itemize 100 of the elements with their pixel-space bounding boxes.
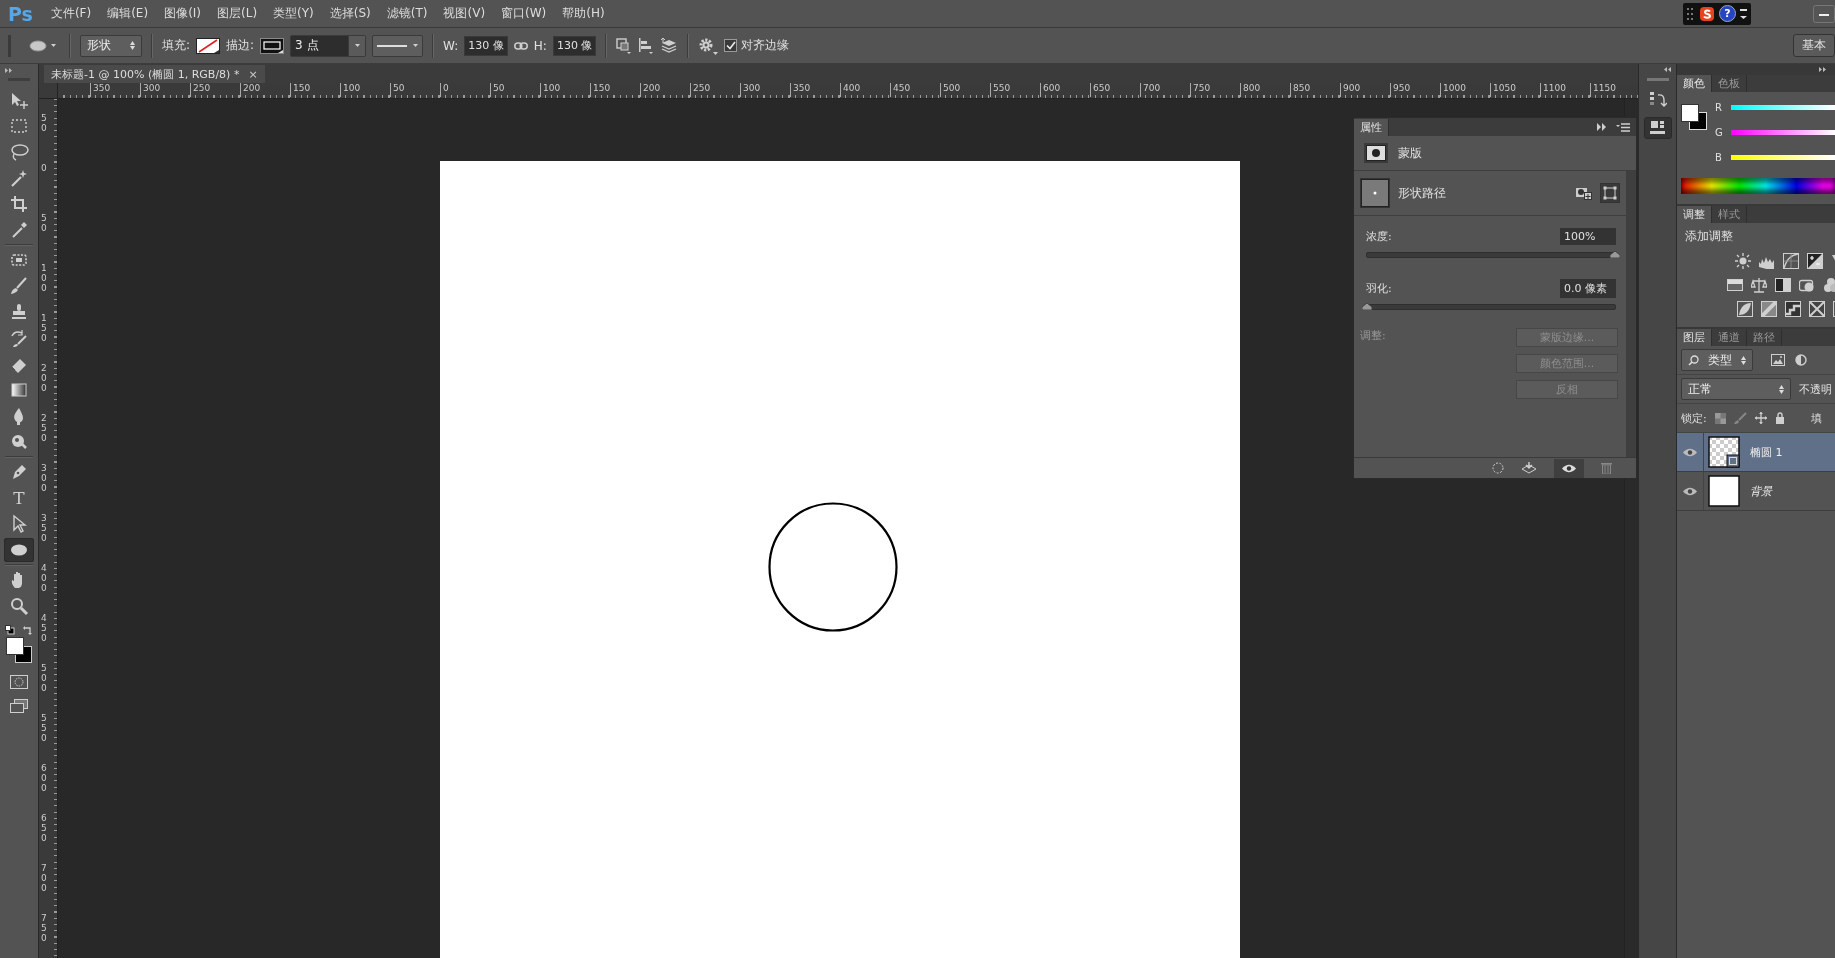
blend-mode-dropdown[interactable]: 正常: [1681, 378, 1791, 400]
ruler-label: 150: [590, 83, 611, 97]
lock-transparency-icon[interactable]: [1714, 412, 1726, 424]
panel-tab[interactable]: 通道: [1712, 329, 1747, 346]
vector-mask-icon[interactable]: [1600, 183, 1620, 203]
layer-filter-dropdown[interactable]: 类型: [1681, 349, 1753, 371]
type-tool-button[interactable]: T: [4, 486, 34, 510]
properties-panel-icon[interactable]: [1643, 117, 1672, 139]
minimize-icon[interactable]: [1813, 4, 1835, 23]
move-arrows-icon[interactable]: [1754, 412, 1767, 424]
three-circles-icon[interactable]: [1823, 277, 1835, 293]
dashed-circle-icon[interactable]: [1492, 462, 1504, 474]
height-field[interactable]: 130 像: [552, 35, 597, 56]
exposure-icon[interactable]: [1807, 253, 1823, 269]
path-alignment-icon[interactable]: [638, 37, 655, 54]
panel-menu-icon[interactable]: [1616, 122, 1630, 132]
panel-tab[interactable]: 色板: [1712, 75, 1747, 92]
ruler-label: 600: [41, 763, 48, 793]
workspace-button[interactable]: 基本: [1793, 34, 1835, 57]
collapse-icon[interactable]: [5, 68, 13, 73]
menu-item[interactable]: 图像(I): [156, 5, 210, 22]
default-colors-icon[interactable]: [5, 625, 15, 635]
panel-tab[interactable]: 图层: [1677, 329, 1712, 346]
path-operations-icon[interactable]: [616, 37, 633, 54]
document-tab[interactable]: 未标题-1 @ 100% (椭圆 1, RGB/8) * ×: [44, 65, 265, 83]
input-method-bar[interactable]: ?: [1683, 2, 1751, 25]
panel-tab[interactable]: 样式: [1712, 206, 1747, 223]
updown-icon: [1741, 355, 1746, 365]
panel-tab[interactable]: 调整: [1677, 206, 1712, 223]
add-mask-icon[interactable]: [1576, 186, 1592, 200]
ruler-label: 250: [690, 83, 711, 97]
foreground-background-swatch-icon[interactable]: [1681, 104, 1707, 130]
hue-bars-icon[interactable]: [1727, 277, 1743, 293]
panel-tab[interactable]: 颜色: [1677, 75, 1712, 92]
line-style-dropdown[interactable]: [372, 34, 424, 57]
menu-item[interactable]: 类型(Y): [265, 5, 322, 22]
pixel-mask-icon[interactable]: [1364, 143, 1388, 163]
menu-item[interactable]: 文件(F): [42, 5, 100, 22]
feather-field[interactable]: 0.0 像素: [1560, 278, 1616, 298]
slider-thumb[interactable]: [1610, 251, 1620, 258]
width-field[interactable]: 130 像: [464, 35, 508, 56]
checkmark-icon: [725, 41, 736, 50]
ellipse-tool-button[interactable]: [4, 538, 34, 562]
load-selection-icon[interactable]: [1521, 462, 1537, 474]
stroke-width-field[interactable]: 3 点: [290, 34, 367, 57]
caret-icon: [413, 44, 419, 47]
menu-item[interactable]: 编辑(E): [99, 5, 157, 22]
half-square-icon[interactable]: [1775, 277, 1791, 293]
curve-grid-icon[interactable]: [1783, 253, 1799, 269]
color-spectrum[interactable]: [1681, 178, 1835, 194]
mode-dropdown[interactable]: 形状: [80, 34, 142, 57]
ruler-label: 100: [540, 83, 561, 97]
expand-icon[interactable]: [1597, 123, 1608, 131]
invert-icon[interactable]: [1737, 301, 1753, 317]
gear-icon[interactable]: [698, 36, 719, 55]
threshold-icon[interactable]: [1809, 301, 1825, 317]
app-logo: Ps: [8, 2, 33, 25]
image-filter-icon[interactable]: [1771, 354, 1785, 366]
density-field[interactable]: 100%: [1560, 227, 1616, 245]
collapse-icon[interactable]: [1664, 67, 1672, 72]
menu-item[interactable]: 帮助(H): [554, 5, 613, 22]
history-panel-icon[interactable]: [1648, 91, 1667, 109]
panel-tab[interactable]: 属性: [1354, 118, 1389, 136]
collapse-icon[interactable]: [1819, 67, 1827, 72]
panel-tab[interactable]: 路径: [1747, 329, 1782, 346]
balance-scale-icon[interactable]: [1751, 277, 1767, 293]
swap-arrows-icon[interactable]: [23, 625, 33, 635]
menu-item[interactable]: 视图(V): [435, 5, 494, 22]
screen-mode-icon[interactable]: [10, 699, 28, 713]
menu-item[interactable]: 窗口(W): [493, 5, 555, 22]
align-edges-checkbox[interactable]: [724, 39, 738, 52]
eye-icon[interactable]: [1683, 447, 1697, 457]
padlock-icon[interactable]: [1774, 412, 1785, 424]
layer-row[interactable]: 背景: [1677, 472, 1835, 511]
ruler-label: 350: [790, 83, 811, 97]
menu-item[interactable]: 选择(S): [321, 5, 379, 22]
close-button[interactable]: ×: [248, 67, 258, 81]
help-button[interactable]: ?: [1719, 5, 1736, 22]
posterize-icon[interactable]: [1785, 301, 1801, 317]
menu-item[interactable]: 滤镜(T): [378, 5, 436, 22]
adjustment-filter-icon[interactable]: [1795, 354, 1807, 366]
scrollbar[interactable]: [1626, 171, 1636, 457]
menu-item[interactable]: 图层(L): [209, 5, 266, 22]
color-swatches-icon[interactable]: [6, 637, 32, 663]
ruler-label: 50: [41, 113, 48, 133]
stroke-swatch-icon[interactable]: [260, 37, 285, 54]
camera-icon[interactable]: [1799, 277, 1815, 293]
layer-name: 椭圆 1: [1750, 444, 1783, 460]
layer-row[interactable]: 椭圆 1: [1677, 433, 1835, 472]
no-fill-swatch-icon[interactable]: [196, 37, 221, 54]
sun-icon[interactable]: [1735, 253, 1751, 269]
menu-icon[interactable]: [1740, 7, 1747, 20]
quick-mask-icon[interactable]: [10, 675, 28, 689]
eye-icon[interactable]: [1683, 486, 1697, 496]
link-icon[interactable]: [513, 40, 528, 51]
ruler-label: 700: [41, 863, 48, 893]
slider-thumb[interactable]: [1362, 303, 1372, 310]
eye-icon[interactable]: [1562, 463, 1576, 473]
ellipse-icon: [29, 39, 47, 52]
path-arrangement-icon[interactable]: [660, 37, 679, 54]
